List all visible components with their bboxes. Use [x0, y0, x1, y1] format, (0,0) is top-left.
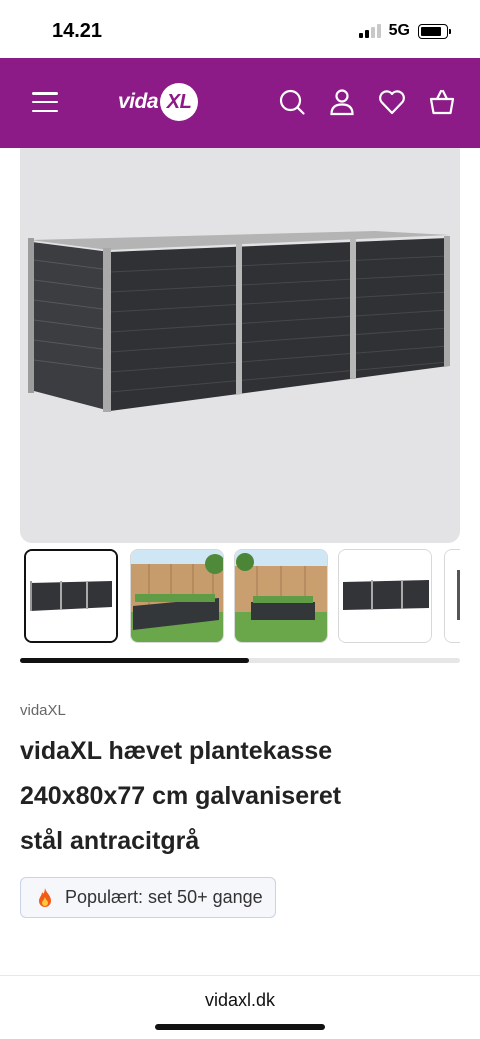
basket-icon[interactable] — [428, 88, 456, 116]
url-text[interactable]: vidaxl.dk — [0, 990, 480, 1011]
menu-icon[interactable] — [32, 92, 58, 112]
heart-icon[interactable] — [378, 88, 406, 116]
network-type: 5G — [388, 22, 410, 39]
status-indicators: 5G — [358, 22, 451, 40]
logo-badge: XL — [160, 83, 199, 121]
popularity-text: Populært: set 50+ gange — [65, 887, 263, 907]
gallery-scrollbar-thumb[interactable] — [20, 658, 249, 663]
product-title-line: stål antracitgrå — [20, 827, 200, 855]
popularity-badge: Populært: set 50+ gange — [20, 877, 276, 918]
thumbnail-strip[interactable] — [24, 549, 460, 644]
header-actions — [278, 88, 456, 116]
fire-icon — [39, 887, 51, 907]
battery-icon — [418, 23, 451, 39]
status-bar: 14.21 5G — [0, 0, 480, 58]
product-brand[interactable]: vidaXL — [20, 702, 66, 719]
site-header: vida XL — [0, 58, 480, 148]
product-title-line: vidaXL hævet plantekasse — [20, 737, 333, 765]
thumbnail-3[interactable] — [234, 549, 328, 643]
vidaxl-logo[interactable]: vida XL — [118, 82, 199, 122]
thumbnail-1[interactable] — [24, 549, 118, 643]
product-title: vidaXL hævet plantekasse 240x80x77 cm ga… — [20, 729, 460, 864]
thumbnail-2[interactable] — [130, 549, 224, 643]
status-time: 14.21 — [52, 20, 103, 42]
product-title-line: 240x80x77 cm galvaniseret — [20, 782, 342, 810]
signal-icon — [358, 24, 381, 38]
browser-url-bar[interactable]: vidaxl.dk — [0, 975, 480, 1039]
account-icon[interactable] — [328, 88, 356, 116]
thumbnail-4[interactable] — [338, 549, 432, 643]
product-image — [28, 231, 450, 412]
logo-text: vida — [118, 90, 159, 113]
product-image-gallery[interactable] — [20, 148, 460, 543]
home-indicator[interactable] — [155, 1024, 325, 1030]
thumbnail-5[interactable] — [444, 549, 460, 643]
search-icon[interactable] — [278, 88, 306, 116]
gallery-scrollbar[interactable] — [20, 658, 460, 663]
